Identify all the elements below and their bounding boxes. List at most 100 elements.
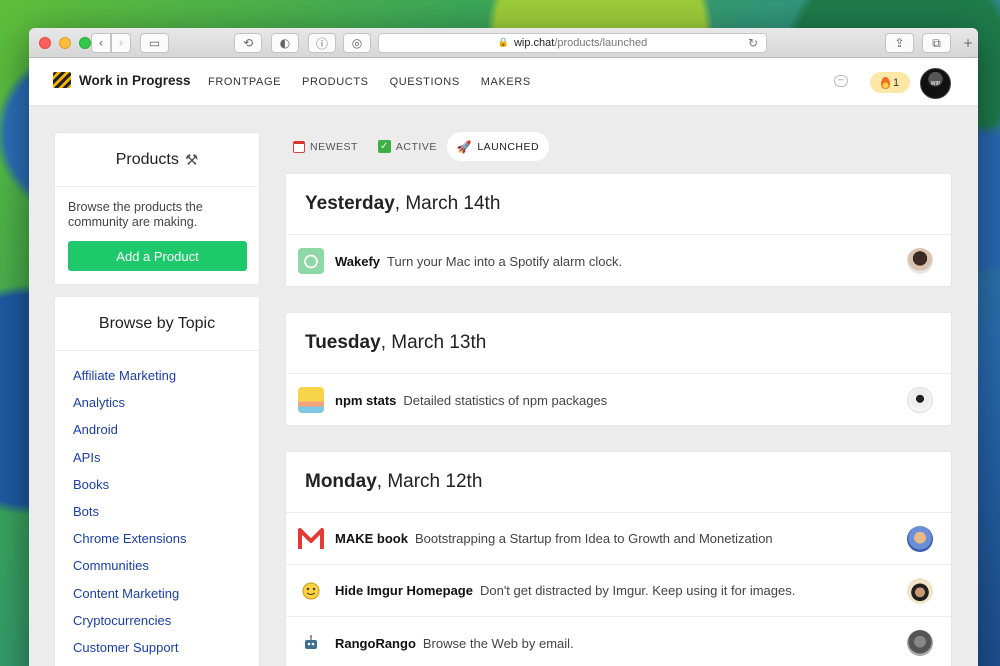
- reload-icon[interactable]: ↻: [748, 36, 758, 50]
- extension-button-1[interactable]: ⟲: [234, 33, 262, 53]
- calendar-icon: [293, 140, 305, 153]
- forward-button[interactable]: ›: [111, 33, 131, 53]
- zoom-window-button[interactable]: [79, 37, 91, 49]
- topics-card: Browse by Topic Affiliate Marketing Anal…: [54, 296, 260, 666]
- day-heading: Yesterday, March 14th: [286, 174, 951, 235]
- toggle-icon: ◐: [279, 36, 291, 50]
- window-controls: [39, 37, 91, 49]
- nav-makers[interactable]: MAKERS: [481, 76, 531, 88]
- tabs-overview-button[interactable]: ⧉: [922, 33, 951, 53]
- topic-link[interactable]: Analytics: [73, 395, 259, 422]
- day-date: , March 12th: [376, 471, 483, 492]
- url-path: /products/launched: [554, 37, 648, 49]
- product-row[interactable]: Hide Imgur Homepage Don't get distracted…: [286, 565, 951, 617]
- nav-frontpage[interactable]: FRONTPAGE: [208, 76, 281, 88]
- maker-avatar[interactable]: [907, 630, 933, 656]
- site-logo[interactable]: Work in Progress: [53, 72, 191, 88]
- maker-avatar[interactable]: [907, 578, 933, 604]
- maker-avatar[interactable]: [907, 248, 933, 274]
- topics-heading: Browse by Topic: [55, 297, 259, 351]
- streak-count: 1: [892, 76, 900, 89]
- nav-questions[interactable]: QUESTIONS: [390, 76, 460, 88]
- product-name[interactable]: npm stats: [335, 393, 396, 408]
- day-heading: Monday, March 12th: [286, 452, 951, 513]
- streak-badge[interactable]: 1: [870, 72, 910, 93]
- product-row[interactable]: MAKE book Bootstrapping a Startup from I…: [286, 513, 951, 565]
- topic-link[interactable]: Bots: [73, 504, 259, 531]
- product-name[interactable]: RangoRango: [335, 636, 416, 651]
- extension-button-4[interactable]: ◎: [343, 33, 371, 53]
- product-description: Bootstrapping a Startup from Idea to Gro…: [414, 531, 773, 546]
- day-group: Tuesday, March 13th npm stats Detailed s…: [285, 312, 952, 426]
- product-row[interactable]: npm stats Detailed statistics of npm pac…: [286, 374, 951, 426]
- main-nav: FRONTPAGE PRODUCTS QUESTIONS MAKERS: [208, 76, 531, 88]
- chevron-left-icon: ‹: [98, 36, 104, 50]
- tabs-icon: ⧉: [932, 35, 941, 50]
- plus-icon: +: [962, 36, 974, 50]
- info-icon: ⓘ: [315, 36, 328, 51]
- close-window-button[interactable]: [39, 37, 51, 49]
- site-header: Work in Progress FRONTPAGE PRODUCTS QUES…: [29, 58, 978, 106]
- tab-label: LAUNCHED: [477, 140, 540, 153]
- tab-newest[interactable]: NEWEST: [285, 132, 368, 161]
- extension-button-3[interactable]: ⓘ: [308, 33, 336, 53]
- products-title: Products: [115, 150, 179, 168]
- back-button[interactable]: ‹: [91, 33, 111, 53]
- browser-window: ‹ › ▭ ⟲ ◐ ⓘ ◎ 🔒 wip.chat/products/launch…: [29, 28, 978, 666]
- alarm-clock-icon: [298, 248, 324, 274]
- construction-barrier-icon: [53, 72, 71, 88]
- lock-icon: 🔒: [497, 38, 509, 48]
- topic-link[interactable]: Communities: [73, 558, 259, 585]
- rocket-icon: 🚀: [456, 139, 473, 154]
- tab-active[interactable]: ✓ ACTIVE: [368, 132, 447, 161]
- address-bar[interactable]: 🔒 wip.chat/products/launched ↻: [378, 33, 767, 53]
- sidebar-toggle-button[interactable]: ▭: [140, 33, 169, 53]
- add-product-button[interactable]: Add a Product: [68, 241, 247, 271]
- day-name: Tuesday: [305, 332, 381, 353]
- tab-label: ACTIVE: [395, 140, 437, 153]
- share-button[interactable]: ⇪: [885, 33, 914, 53]
- topic-link[interactable]: Customer Support: [73, 640, 259, 666]
- day-name: Yesterday: [305, 193, 395, 214]
- day-heading: Tuesday, March 13th: [286, 313, 951, 374]
- topic-link[interactable]: Content Marketing: [73, 586, 259, 613]
- topics-list: Affiliate Marketing Analytics Android AP…: [55, 351, 259, 666]
- filter-tabs: NEWEST ✓ ACTIVE 🚀 LAUNCHED: [285, 132, 550, 161]
- ghost-icon: ◎: [351, 36, 363, 50]
- topic-link[interactable]: Affiliate Marketing: [73, 368, 259, 395]
- fire-icon: [880, 76, 890, 89]
- product-name[interactable]: Wakefy: [335, 254, 380, 269]
- maker-avatar[interactable]: [907, 387, 933, 413]
- product-description: Detailed statistics of npm packages: [403, 392, 608, 408]
- product-row[interactable]: RangoRango Browse the Web by email.: [286, 617, 951, 666]
- day-date: , March 13th: [380, 332, 487, 353]
- robot-icon: [298, 630, 324, 656]
- avatar-text: WIP: [930, 80, 941, 87]
- chat-icon[interactable]: •••: [834, 75, 848, 87]
- day-date: , March 14th: [394, 193, 501, 214]
- imgur-icon: [298, 578, 324, 604]
- share-icon: ⇪: [894, 36, 905, 50]
- product-description: Browse the Web by email.: [422, 635, 574, 651]
- user-avatar[interactable]: WIP: [920, 68, 951, 99]
- nav-products[interactable]: PRODUCTS: [302, 76, 369, 88]
- site-title: Work in Progress: [79, 72, 191, 88]
- topic-link[interactable]: APIs: [73, 450, 259, 477]
- topic-link[interactable]: Android: [73, 422, 259, 449]
- minimize-window-button[interactable]: [59, 37, 71, 49]
- m-logo-icon: [298, 526, 324, 552]
- maker-avatar[interactable]: [907, 526, 933, 552]
- topic-link[interactable]: Chrome Extensions: [73, 531, 259, 558]
- product-name[interactable]: Hide Imgur Homepage: [335, 583, 473, 598]
- topic-link[interactable]: Books: [73, 477, 259, 504]
- topic-link[interactable]: Cryptocurrencies: [73, 613, 259, 640]
- chart-icon: [298, 387, 324, 413]
- extension-button-2[interactable]: ◐: [271, 33, 299, 53]
- check-icon: ✓: [377, 140, 391, 153]
- new-tab-button[interactable]: +: [958, 33, 978, 53]
- products-description: Browse the products the community are ma…: [68, 200, 203, 229]
- product-row[interactable]: Wakefy Turn your Mac into a Spotify alar…: [286, 235, 951, 287]
- product-name[interactable]: MAKE book: [335, 531, 408, 546]
- tab-launched[interactable]: 🚀 LAUNCHED: [446, 132, 550, 161]
- product-description: Turn your Mac into a Spotify alarm clock…: [387, 253, 623, 269]
